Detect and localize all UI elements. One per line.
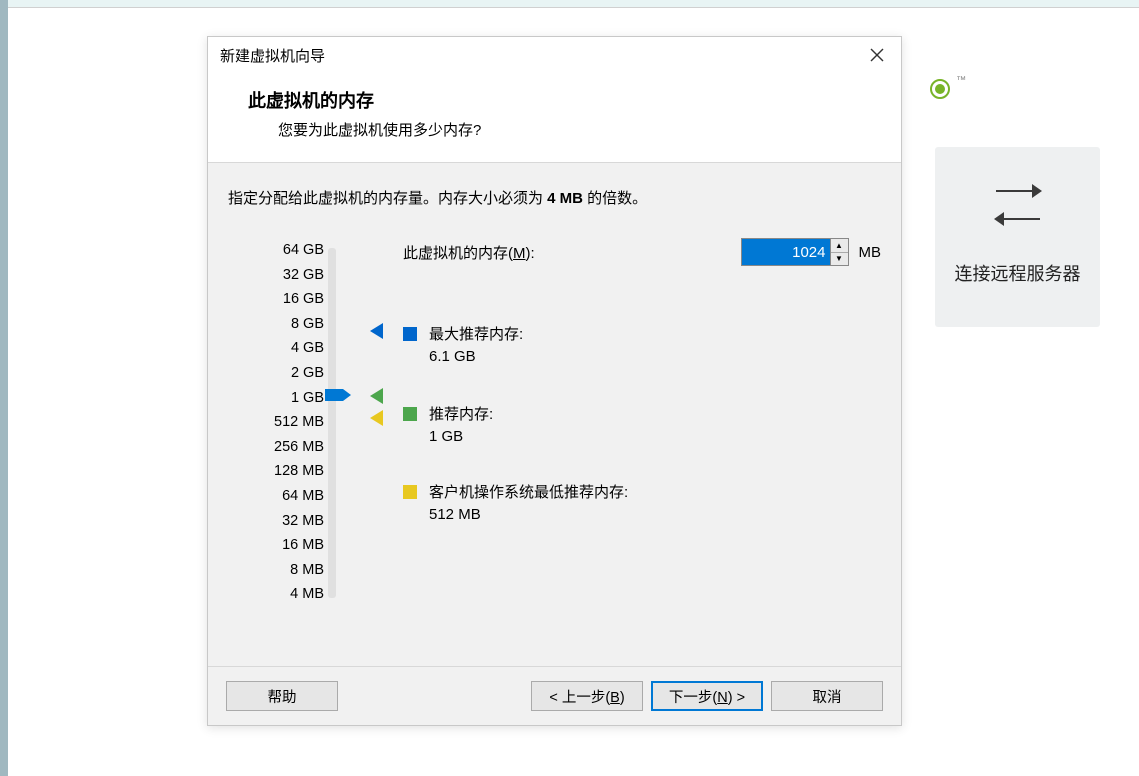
help-button[interactable]: 帮助 [226,681,338,711]
scale-label: 32 MB [274,509,324,534]
scale-label: 32 GB [274,263,324,288]
spin-up-button[interactable]: ▲ [831,239,848,253]
scale-label: 2 GB [274,361,324,386]
dialog-title: 新建虚拟机向导 [220,45,865,66]
swap-arrows-icon [988,188,1048,238]
memory-input-label: 此虚拟机的内存(M): [403,242,741,263]
instruction-text: 指定分配给此虚拟机的内存量。内存大小必须为 4 MB 的倍数。 [228,187,881,208]
scale-label: 64 MB [274,484,324,509]
scale-label: 8 MB [274,558,324,583]
min-marker-icon [370,410,383,426]
memory-input[interactable] [742,239,830,265]
recommended-memory: 推荐内存: 1 GB [403,403,493,445]
min-color-icon [403,485,417,499]
dialog-heading: 此虚拟机的内存 [248,87,873,113]
dialog-footer: 帮助 < 上一步(B) 下一步(N) > 取消 [208,666,901,725]
close-button[interactable] [865,43,889,67]
dialog-subtitle: 您要为此虚拟机使用多少内存? [248,119,873,140]
connect-remote-label: 连接远程服务器 [955,260,1081,286]
dialog-body: 指定分配给此虚拟机的内存量。内存大小必须为 4 MB 的倍数。 64 GB32 … [208,163,901,666]
connect-remote-card[interactable]: 连接远程服务器 [935,147,1100,327]
dialog-titlebar: 新建虚拟机向导 [208,37,901,73]
rec-marker-icon [370,388,383,404]
rec-color-icon [403,407,417,421]
brand-logo [930,75,966,101]
slider-track[interactable] [328,248,336,598]
min-recommendation: 客户机操作系统最低推荐内存: 512 MB [403,481,628,523]
max-color-icon [403,327,417,341]
scale-label: 16 GB [274,287,324,312]
cancel-button[interactable]: 取消 [771,681,883,711]
max-marker-icon [370,323,383,339]
window-left-border [0,0,8,776]
new-vm-wizard-dialog: 新建虚拟机向导 此虚拟机的内存 您要为此虚拟机使用多少内存? 指定分配给此虚拟机… [207,36,902,726]
scale-label: 256 MB [274,435,324,460]
scale-label: 8 GB [274,312,324,337]
back-button[interactable]: < 上一步(B) [531,681,643,711]
scale-label: 128 MB [274,459,324,484]
dialog-header: 此虚拟机的内存 您要为此虚拟机使用多少内存? [208,73,901,163]
memory-scale[interactable]: 64 GB32 GB16 GB8 GB4 GB2 GB1 GB512 MB256… [228,238,338,646]
scale-label: 4 MB [274,582,324,607]
next-button[interactable]: 下一步(N) > [651,681,763,711]
spin-down-button[interactable]: ▼ [831,253,848,266]
memory-spinner[interactable]: ▲ ▼ [741,238,849,266]
memory-unit: MB [859,244,882,261]
scale-label: 16 MB [274,533,324,558]
scale-label: 512 MB [274,410,324,435]
max-recommendation: 最大推荐内存: 6.1 GB [403,323,523,365]
scale-label: 64 GB [274,238,324,263]
scale-label: 4 GB [274,336,324,361]
recommendation-markers [338,238,403,646]
scale-label: 1 GB [274,386,324,411]
